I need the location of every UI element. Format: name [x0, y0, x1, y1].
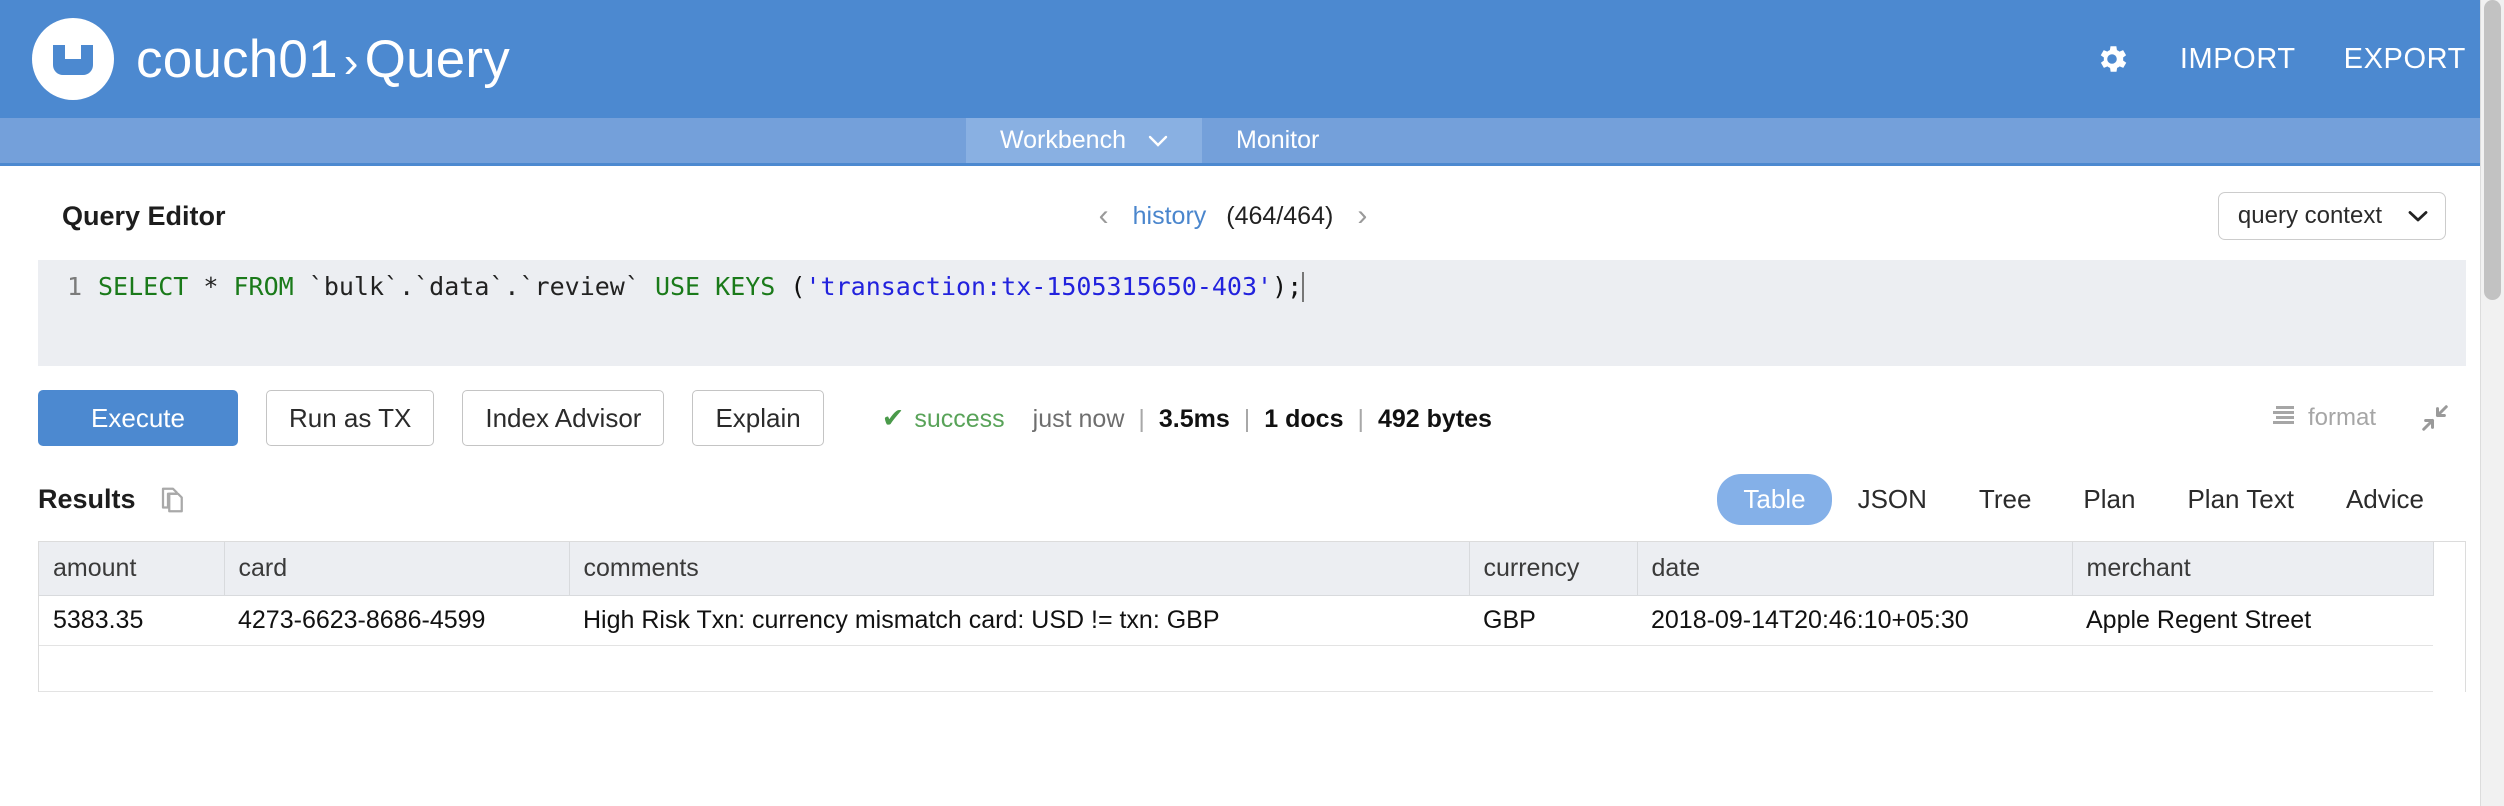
column-header-card[interactable]: card: [224, 542, 569, 596]
cell-merchant: Apple Regent Street: [2072, 596, 2433, 646]
cell-amount: 5383.35: [39, 596, 224, 646]
status-separator-1: |: [1124, 405, 1159, 434]
cell-empty-1: [39, 646, 224, 692]
gear-icon[interactable]: [2092, 39, 2132, 79]
collapse-arrows-icon[interactable]: [2420, 403, 2450, 433]
cell-comments: High Risk Txn: currency mismatch card: U…: [569, 596, 1469, 646]
cell-date: 2018-09-14T20:46:10+05:30: [1637, 596, 2072, 646]
column-header-comments[interactable]: comments: [569, 542, 1469, 596]
execute-button[interactable]: Execute: [38, 390, 238, 446]
query-context-value: query context: [2238, 202, 2382, 230]
query-editor-title: Query Editor: [62, 201, 226, 232]
import-button[interactable]: IMPORT: [2180, 43, 2296, 76]
table-header-row: amount card comments currency date merch…: [39, 542, 2433, 596]
cell-empty-6: [2072, 646, 2433, 692]
tab-monitor[interactable]: Monitor: [1202, 118, 1353, 163]
tab-workbench[interactable]: Workbench: [966, 118, 1202, 163]
cell-empty-4: [1469, 646, 1637, 692]
results-table-container: amount card comments currency date merch…: [38, 541, 2466, 692]
table-empty-row: [39, 646, 2433, 692]
query-text: SELECT * FROM `bulk`.`data`.`review` USE…: [98, 272, 1302, 301]
chevron-left-icon[interactable]: ‹: [1095, 201, 1113, 231]
cell-empty-2: [224, 646, 569, 692]
chevron-down-icon: [1148, 126, 1168, 155]
query-editor-header: Query Editor ‹ history (464/464) › query…: [0, 166, 2466, 260]
status-size: 492 bytes: [1378, 405, 1492, 434]
query-status: ✔ success just now | 3.5ms | 1 docs | 49…: [882, 403, 1492, 434]
status-time-ago: just now: [1033, 405, 1125, 434]
brand: couch01›Query: [32, 18, 510, 100]
page-name: Query: [365, 30, 510, 89]
cluster-name: couch01: [136, 30, 338, 89]
text-caret: [1302, 272, 1304, 302]
results-tab-plan[interactable]: Plan: [2057, 474, 2161, 525]
status-separator-3: |: [1343, 405, 1378, 434]
lines-icon: [2272, 404, 2298, 432]
results-tab-table[interactable]: Table: [1717, 474, 1831, 525]
results-tab-tree[interactable]: Tree: [1953, 474, 2058, 525]
results-tab-json[interactable]: JSON: [1832, 474, 1953, 525]
status-state: success: [914, 405, 1004, 434]
editor-action-bar: Execute Run as TX Index Advisor Explain …: [0, 366, 2466, 446]
history-link[interactable]: history: [1133, 202, 1207, 231]
results-table: amount card comments currency date merch…: [39, 542, 2434, 692]
page-scrollbar-thumb[interactable]: [2484, 0, 2501, 300]
breadcrumb-separator: ›: [338, 38, 365, 87]
cell-empty-3: [569, 646, 1469, 692]
column-header-currency[interactable]: currency: [1469, 542, 1637, 596]
tab-monitor-label: Monitor: [1236, 126, 1319, 155]
results-title: Results: [38, 484, 136, 515]
results-header: Results Table JSON Tree Plan Plan Text A…: [0, 446, 2466, 525]
check-icon: ✔: [882, 403, 905, 434]
copy-icon[interactable]: [158, 485, 188, 515]
query-code-editor[interactable]: 1 SELECT * FROM `bulk`.`data`.`review` U…: [38, 260, 2466, 366]
run-as-tx-button[interactable]: Run as TX: [266, 390, 434, 446]
results-tab-plan-text[interactable]: Plan Text: [2161, 474, 2319, 525]
query-context-select[interactable]: query context: [2218, 192, 2446, 240]
main-content: Query Editor ‹ history (464/464) › query…: [0, 166, 2504, 803]
editor-right-controls: format: [2272, 403, 2466, 433]
code-line-1: 1 SELECT * FROM `bulk`.`data`.`review` U…: [38, 260, 2466, 302]
explain-button[interactable]: Explain: [692, 390, 823, 446]
cell-card: 4273-6623-8686-4599: [224, 596, 569, 646]
status-duration: 3.5ms: [1159, 405, 1230, 434]
status-separator-2: |: [1230, 405, 1265, 434]
export-button[interactable]: EXPORT: [2344, 43, 2466, 76]
table-row[interactable]: 5383.35 4273-6623-8686-4599 High Risk Tx…: [39, 596, 2433, 646]
couchbase-logo-icon: [32, 18, 114, 100]
status-docs: 1 docs: [1264, 405, 1343, 434]
format-label: format: [2308, 404, 2376, 432]
page-scrollbar[interactable]: [2480, 0, 2504, 806]
top-header-bar: couch01›Query IMPORT EXPORT: [0, 0, 2504, 118]
top-header-actions: IMPORT EXPORT: [2092, 39, 2466, 79]
index-advisor-button[interactable]: Index Advisor: [462, 390, 664, 446]
column-header-date[interactable]: date: [1637, 542, 2072, 596]
results-tab-advice[interactable]: Advice: [2320, 474, 2450, 525]
column-header-merchant[interactable]: merchant: [2072, 542, 2433, 596]
results-view-tabs: Table JSON Tree Plan Plan Text Advice: [1717, 474, 2466, 525]
cell-currency: GBP: [1469, 596, 1637, 646]
cell-empty-5: [1637, 646, 2072, 692]
chevron-down-icon: [2408, 202, 2428, 230]
chevron-right-icon[interactable]: ›: [1353, 201, 1371, 231]
tab-workbench-label: Workbench: [1000, 126, 1126, 155]
history-count: (464/464): [1226, 202, 1333, 231]
format-button[interactable]: format: [2272, 404, 2376, 432]
line-number: 1: [38, 272, 98, 301]
column-header-amount[interactable]: amount: [39, 542, 224, 596]
section-tabs: Workbench Monitor: [0, 118, 2504, 166]
history-nav: ‹ history (464/464) ›: [0, 201, 2466, 231]
page-title: couch01›Query: [136, 29, 510, 90]
